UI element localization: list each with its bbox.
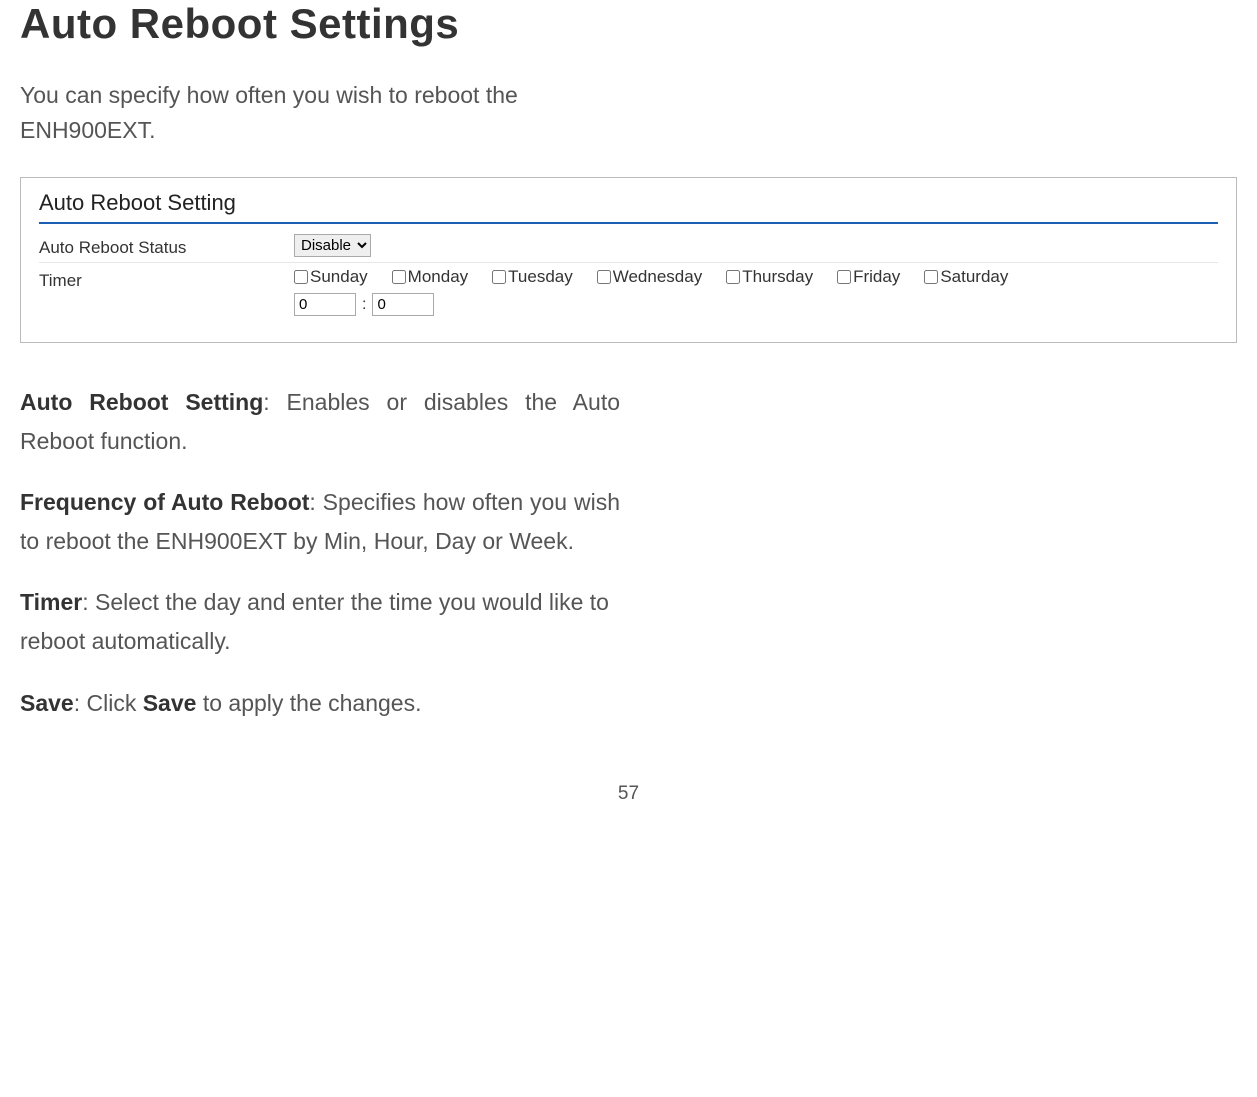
intro-text: You can specify how often you wish to re… — [20, 78, 600, 147]
panel-heading: Auto Reboot Setting — [39, 190, 1218, 216]
description-block: Auto Reboot Setting: Enables or disables… — [20, 383, 620, 723]
timer-label: Timer — [39, 267, 294, 291]
checkbox-wednesday[interactable] — [597, 270, 611, 284]
desc-bold: Frequency of Auto Reboot — [20, 489, 309, 515]
day-label: Monday — [408, 267, 468, 287]
status-select[interactable]: Disable — [294, 234, 371, 257]
day-label: Sunday — [310, 267, 368, 287]
desc-text: to apply the changes. — [196, 690, 421, 716]
day-sunday[interactable]: Sunday — [294, 267, 368, 287]
days-row: Sunday Monday Tuesday Wednesday Thursday — [294, 267, 1218, 287]
status-row: Auto Reboot Status Disable — [39, 230, 1218, 263]
page-number: 57 — [20, 783, 1237, 805]
day-monday[interactable]: Monday — [392, 267, 468, 287]
checkbox-monday[interactable] — [392, 270, 406, 284]
day-label: Thursday — [742, 267, 813, 287]
desc-text: : Select the day and enter the time you … — [20, 589, 609, 654]
panel-divider — [39, 222, 1218, 224]
minute-input[interactable] — [372, 293, 434, 316]
desc-auto-reboot-setting: Auto Reboot Setting: Enables or disables… — [20, 383, 620, 461]
time-row: : — [294, 293, 1218, 316]
checkbox-tuesday[interactable] — [492, 270, 506, 284]
day-saturday[interactable]: Saturday — [924, 267, 1008, 287]
status-label: Auto Reboot Status — [39, 234, 294, 258]
desc-bold: Auto Reboot Setting — [20, 389, 263, 415]
desc-bold: Save — [143, 690, 197, 716]
desc-text: : Click — [74, 690, 143, 716]
checkbox-thursday[interactable] — [726, 270, 740, 284]
checkbox-friday[interactable] — [837, 270, 851, 284]
desc-save: Save: Click Save to apply the changes. — [20, 684, 620, 723]
desc-frequency: Frequency of Auto Reboot: Specifies how … — [20, 483, 620, 561]
day-thursday[interactable]: Thursday — [726, 267, 813, 287]
day-label: Saturday — [940, 267, 1008, 287]
hour-input[interactable] — [294, 293, 356, 316]
desc-bold: Save — [20, 690, 74, 716]
day-wednesday[interactable]: Wednesday — [597, 267, 702, 287]
checkbox-saturday[interactable] — [924, 270, 938, 284]
checkbox-sunday[interactable] — [294, 270, 308, 284]
desc-bold: Timer — [20, 589, 82, 615]
page-title: Auto Reboot Settings — [20, 0, 1237, 48]
time-separator: : — [362, 296, 366, 314]
day-label: Tuesday — [508, 267, 573, 287]
day-label: Wednesday — [613, 267, 702, 287]
day-friday[interactable]: Friday — [837, 267, 900, 287]
desc-timer: Timer: Select the day and enter the time… — [20, 583, 620, 661]
day-tuesday[interactable]: Tuesday — [492, 267, 573, 287]
settings-panel: Auto Reboot Setting Auto Reboot Status D… — [20, 177, 1237, 343]
timer-row: Timer Sunday Monday Tuesday Wednesday — [39, 263, 1218, 320]
day-label: Friday — [853, 267, 900, 287]
